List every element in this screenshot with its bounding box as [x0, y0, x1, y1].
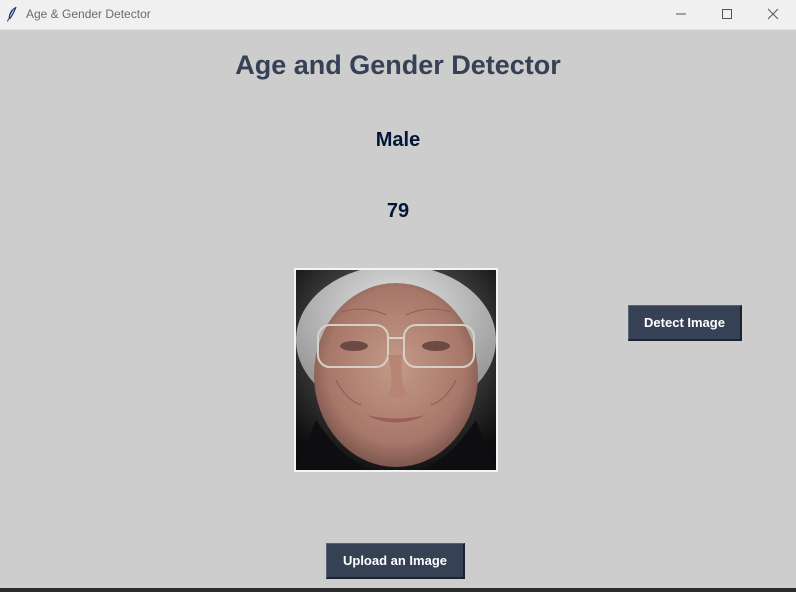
app-window: Age & Gender Detector Age and Gender Det… — [0, 0, 796, 592]
title-bar[interactable]: Age & Gender Detector — [0, 0, 796, 30]
maximize-button[interactable] — [704, 0, 750, 29]
detect-image-button[interactable]: Detect Image — [628, 305, 742, 341]
close-button[interactable] — [750, 0, 796, 29]
window-title: Age & Gender Detector — [26, 7, 151, 21]
uploaded-face-image — [294, 268, 498, 472]
age-result: 79 — [386, 200, 410, 222]
minimize-button[interactable] — [658, 0, 704, 29]
feather-icon — [6, 6, 18, 22]
window-bottom-border — [0, 588, 796, 592]
page-title: Age and Gender Detector — [235, 50, 561, 80]
upload-image-button[interactable]: Upload an Image — [326, 543, 465, 579]
gender-result: Male — [375, 129, 421, 151]
